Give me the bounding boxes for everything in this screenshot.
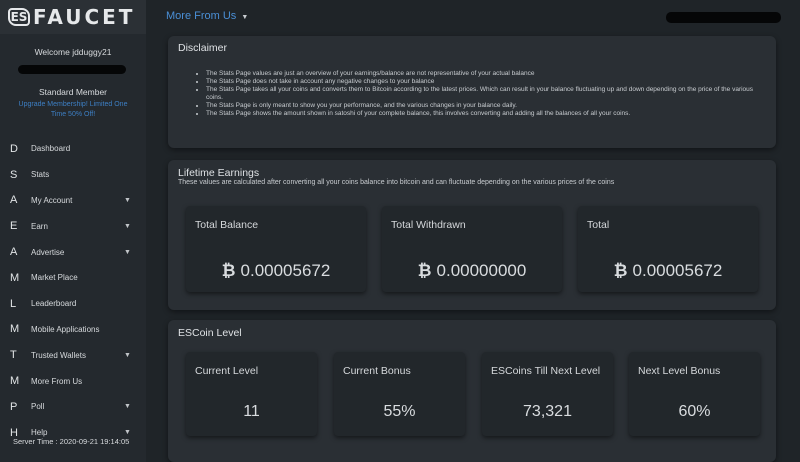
disclaimer-item: The Stats Page takes all your coins and …: [206, 86, 768, 102]
total-withdrawn-value: ₿ 0.00000000: [382, 261, 562, 281]
sidebar-item-leaderboard[interactable]: L Leaderboard: [0, 291, 146, 317]
sidebar-item-mobile-applications[interactable]: M Mobile Applications: [0, 317, 146, 343]
redacted-info: [18, 65, 126, 74]
escoin-level-card: ESCoin Level Current Level 11 Current Bo…: [168, 320, 776, 462]
lifetime-earnings-card: Lifetime Earnings These values are calcu…: [168, 160, 776, 310]
total-box: Total ₿ 0.00005672: [578, 206, 758, 292]
mobile-icon: M: [10, 323, 20, 336]
disclaimer-title: Disclaimer: [178, 42, 228, 54]
lifetime-earnings-subtitle: These values are calculated after conver…: [178, 179, 615, 186]
poll-icon: P: [10, 400, 18, 413]
market-place-icon: M: [10, 271, 20, 284]
sidebar-item-more-from-us[interactable]: M More From Us: [0, 368, 146, 394]
current-bonus-value: 55%: [383, 403, 416, 420]
total-label: Total: [587, 219, 610, 231]
sidebar-item-trusted-wallets[interactable]: T Trusted Wallets ▼: [0, 342, 146, 368]
sidebar-item-label: Mobile Applications: [31, 324, 100, 334]
disclaimer-card: Disclaimer The Stats Page values are jus…: [168, 36, 776, 148]
chevron-down-icon: ▼: [124, 403, 131, 411]
total-withdrawn-label: Total Withdrawn: [391, 219, 466, 231]
wallet-icon: T: [10, 349, 17, 362]
sidebar-item-market-place[interactable]: M Market Place: [0, 265, 146, 291]
escoin-level-title: ESCoin Level: [178, 327, 242, 339]
current-bonus-box: Current Bonus 55%: [334, 352, 465, 436]
bitcoin-icon: ₿: [417, 261, 432, 280]
sidebar-item-stats[interactable]: S Stats: [0, 162, 146, 188]
sidebar: ES FAUCET Welcome jdduggy21 Standard Mem…: [0, 0, 146, 462]
chevron-down-icon: ▼: [124, 351, 131, 359]
sidebar-item-dashboard[interactable]: D Dashboard: [0, 136, 146, 162]
current-bonus-label: Current Bonus: [343, 365, 411, 377]
sidebar-item-label: Advertise: [31, 247, 65, 257]
sidebar-item-label: Dashboard: [31, 144, 71, 154]
current-level-value: 11: [243, 403, 260, 420]
sidebar-item-advertise[interactable]: A Advertise ▼: [0, 239, 146, 265]
leaderboard-icon: L: [10, 297, 17, 310]
next-level-bonus-value: 60%: [678, 403, 711, 420]
sidebar-item-label: Help: [31, 428, 48, 438]
sidebar-item-my-account[interactable]: A My Account ▼: [0, 188, 146, 214]
account-icon: A: [10, 194, 18, 207]
more-from-us-label: More From Us: [166, 10, 237, 22]
sidebar-item-label: Trusted Wallets: [31, 350, 86, 360]
upgrade-membership-link[interactable]: Upgrade Membership! Limited One Time 50%…: [0, 97, 146, 120]
bitcoin-icon: ₿: [221, 261, 236, 280]
advertise-icon: A: [10, 246, 18, 259]
logo[interactable]: ES FAUCET: [0, 0, 146, 34]
sidebar-item-label: Stats: [31, 170, 50, 180]
disclaimer-item: The Stats Page is only meant to show you…: [206, 102, 768, 110]
chevron-down-icon: ▼: [124, 222, 131, 230]
server-time: Server Time : 2020-09-21 19:14:05: [13, 437, 130, 446]
welcome-text: Welcome jdduggy21: [34, 47, 112, 57]
earn-icon: E: [10, 220, 18, 233]
chevron-down-icon: ▼: [241, 14, 249, 21]
top-bar: More From Us ▼: [146, 0, 800, 34]
chevron-down-icon: ▼: [124, 248, 131, 256]
more-from-us-dropdown[interactable]: More From Us ▼: [166, 10, 248, 22]
total-balance-label: Total Balance: [195, 219, 259, 231]
next-level-bonus-label: Next Level Bonus: [638, 365, 721, 377]
stats-icon: S: [10, 168, 18, 181]
disclaimer-item: The Stats Page values are just an overvi…: [206, 70, 768, 78]
sidebar-menu: D Dashboard S Stats A My Account ▼ E Ear…: [0, 136, 146, 446]
total-balance-amount: 0.00005672: [240, 261, 331, 280]
chevron-down-icon: ▼: [124, 429, 131, 437]
current-level-label: Current Level: [195, 365, 259, 377]
total-amount: 0.00005672: [632, 261, 723, 280]
sidebar-item-label: More From Us: [31, 376, 83, 386]
redacted-user-info: [666, 12, 781, 23]
current-level-box: Current Level 11: [186, 352, 317, 436]
sidebar-item-earn[interactable]: E Earn ▼: [0, 213, 146, 239]
logo-text: FAUCET: [33, 5, 136, 29]
disclaimer-item: The Stats Page shows the amount shown in…: [206, 110, 768, 118]
disclaimer-item: The Stats Page does not take in account …: [206, 78, 768, 86]
sidebar-item-label: Leaderboard: [31, 299, 77, 309]
dashboard-icon: D: [10, 142, 18, 155]
bitcoin-icon: ₿: [613, 261, 628, 280]
logo-mark: ES: [8, 8, 30, 26]
sidebar-item-label: Poll: [31, 402, 45, 412]
total-balance-box: Total Balance ₿ 0.00005672: [186, 206, 366, 292]
sidebar-item-label: Market Place: [31, 273, 78, 283]
escoins-till-next-level-label: ESCoins Till Next Level: [491, 365, 601, 377]
membership-level: Standard Member: [38, 87, 108, 97]
sidebar-item-label: My Account: [31, 195, 73, 205]
chevron-down-icon: ▼: [124, 196, 131, 204]
escoins-till-next-level-value: 73,321: [523, 403, 572, 420]
escoins-till-next-level-box: ESCoins Till Next Level 73,321: [482, 352, 613, 436]
total-withdrawn-amount: 0.00000000: [436, 261, 527, 280]
total-value: ₿ 0.00005672: [578, 261, 758, 281]
next-level-bonus-box: Next Level Bonus 60%: [629, 352, 760, 436]
more-icon: M: [10, 375, 20, 388]
sidebar-item-label: Earn: [31, 221, 48, 231]
total-balance-value: ₿ 0.00005672: [186, 261, 366, 281]
sidebar-item-poll[interactable]: P Poll ▼: [0, 394, 146, 420]
disclaimer-list: The Stats Page values are just an overvi…: [198, 70, 768, 119]
lifetime-earnings-title: Lifetime Earnings: [178, 167, 260, 179]
total-withdrawn-box: Total Withdrawn ₿ 0.00000000: [382, 206, 562, 292]
